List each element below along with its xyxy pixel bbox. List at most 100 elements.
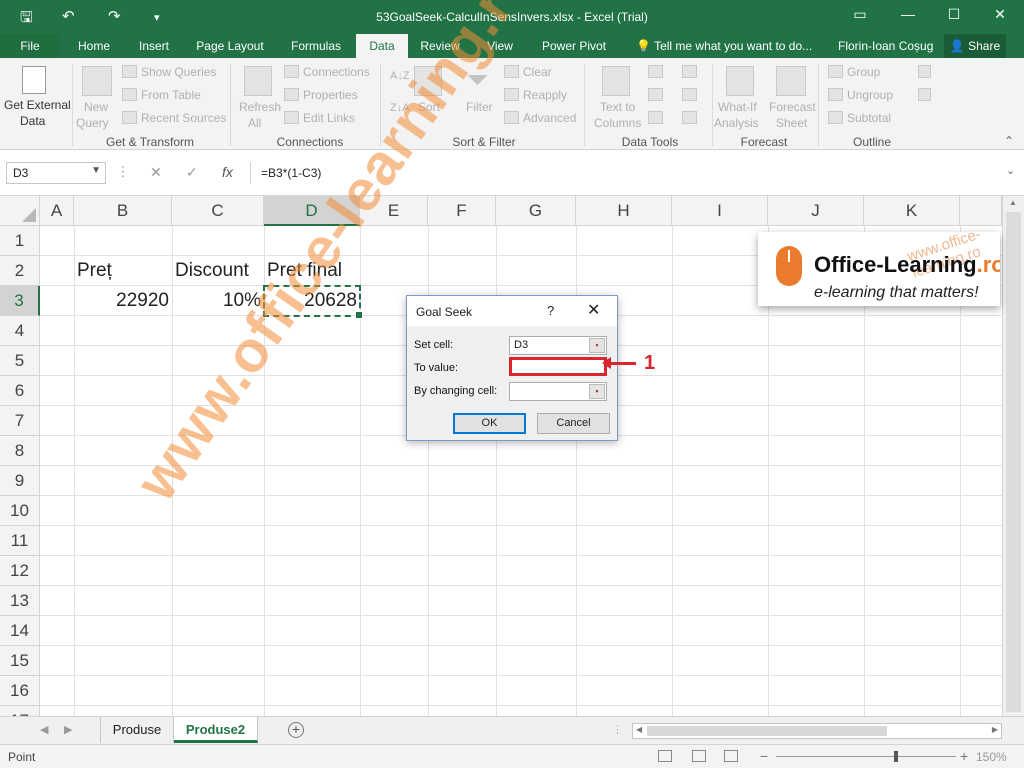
zoom-slider-knob[interactable] <box>894 751 898 762</box>
scroll-right-icon[interactable]: ▶ <box>992 725 998 734</box>
tab-page-layout[interactable]: Page Layout <box>188 34 272 58</box>
row-header-13[interactable]: 13 <box>0 586 40 616</box>
tell-me-search[interactable]: 💡 Tell me what you want to do... <box>636 34 812 58</box>
prev-sheet-icon[interactable]: ◀ <box>40 723 48 736</box>
remove-duplicates-icon[interactable] <box>648 88 663 101</box>
consolidate-icon[interactable] <box>682 65 697 78</box>
tab-home[interactable]: Home <box>68 34 120 58</box>
help-icon[interactable]: ? <box>547 303 554 318</box>
get-external-data-button[interactable]: Get External <box>4 98 71 112</box>
select-all-corner[interactable] <box>0 196 40 226</box>
hide-detail-icon[interactable] <box>918 88 931 101</box>
insert-function-icon[interactable]: fx <box>222 164 233 180</box>
horizontal-scrollbar[interactable]: ◀ ▶ <box>632 723 1002 739</box>
range-picker-icon[interactable]: ▪ <box>589 338 605 353</box>
cancel-button[interactable]: Cancel <box>537 413 610 434</box>
row-header-15[interactable]: 15 <box>0 646 40 676</box>
column-header-f[interactable]: F <box>428 196 496 226</box>
row-header-2[interactable]: 2 <box>0 256 40 286</box>
row-header-8[interactable]: 8 <box>0 436 40 466</box>
text-to-columns-button[interactable]: Text to <box>600 100 635 114</box>
connections-button[interactable]: Connections <box>303 65 370 79</box>
minimize-button[interactable]: — <box>893 6 923 22</box>
row-header-9[interactable]: 9 <box>0 466 40 496</box>
row-header-3[interactable]: 3 <box>0 286 40 316</box>
forecast-sheet-button[interactable]: Forecast <box>769 100 816 114</box>
row-header-1[interactable]: 1 <box>0 226 40 256</box>
name-box[interactable]: D3 ▼ <box>6 162 106 184</box>
ok-button[interactable]: OK <box>453 413 526 434</box>
new-query-button[interactable]: New <box>84 100 108 114</box>
column-header-a[interactable]: A <box>40 196 74 226</box>
row-header-17[interactable]: 17 <box>0 706 40 716</box>
cell-b2[interactable]: Preț <box>77 256 112 286</box>
relationships-icon[interactable] <box>682 88 697 101</box>
column-header-l[interactable] <box>960 196 1002 226</box>
row-header-6[interactable]: 6 <box>0 376 40 406</box>
tab-file[interactable]: File <box>0 34 60 58</box>
vertical-scrollbar[interactable]: ▲ <box>1002 196 1024 716</box>
tab-data[interactable]: Data <box>356 34 408 58</box>
vertical-scroll-thumb[interactable] <box>1006 212 1021 712</box>
show-detail-icon[interactable] <box>918 65 931 78</box>
column-header-g[interactable]: G <box>496 196 576 226</box>
zoom-slider[interactable] <box>776 751 956 762</box>
advanced-button[interactable]: Advanced <box>523 111 576 125</box>
zoom-out-icon[interactable]: − <box>760 748 768 764</box>
row-header-16[interactable]: 16 <box>0 676 40 706</box>
column-header-k[interactable]: K <box>864 196 960 226</box>
user-name[interactable]: Florin-Ioan Coșug <box>838 34 933 58</box>
set-cell-input[interactable]: D3 ▪ <box>509 336 607 355</box>
row-header-11[interactable]: 11 <box>0 526 40 556</box>
reapply-button[interactable]: Reapply <box>523 88 567 102</box>
row-header-10[interactable]: 10 <box>0 496 40 526</box>
subtotal-button[interactable]: Subtotal <box>847 111 891 125</box>
close-icon[interactable]: ✕ <box>587 300 600 320</box>
normal-view-icon[interactable] <box>658 750 672 762</box>
collapse-ribbon-icon[interactable]: ⌃ <box>1004 134 1014 148</box>
add-sheet-icon[interactable]: + <box>288 722 304 738</box>
sheet-tab-produse[interactable]: Produse <box>100 717 174 743</box>
chevron-down-icon[interactable]: ▼ <box>91 165 101 176</box>
zoom-in-icon[interactable]: + <box>960 748 968 764</box>
row-header-4[interactable]: 4 <box>0 316 40 346</box>
clear-button[interactable]: Clear <box>523 65 552 79</box>
what-if-analysis-button[interactable]: What-If <box>718 100 757 114</box>
sheet-tab-produse2[interactable]: Produse2 <box>174 717 258 743</box>
row-header-14[interactable]: 14 <box>0 616 40 646</box>
ribbon-display-icon[interactable]: ▭ <box>845 6 875 23</box>
share-button[interactable]: 👤 Share <box>944 34 1006 58</box>
properties-button[interactable]: Properties <box>303 88 358 102</box>
row-header-12[interactable]: 12 <box>0 556 40 586</box>
edit-links-button[interactable]: Edit Links <box>303 111 355 125</box>
filter-button[interactable]: Filter <box>466 100 493 114</box>
by-changing-cell-input[interactable]: ▪ <box>509 382 607 401</box>
tab-insert[interactable]: Insert <box>128 34 180 58</box>
expand-formula-bar-icon[interactable]: ⌄ <box>1006 164 1015 177</box>
scroll-left-icon[interactable]: ◀ <box>636 725 642 734</box>
column-header-i[interactable]: I <box>672 196 768 226</box>
scroll-up-icon[interactable]: ▲ <box>1009 198 1017 207</box>
horizontal-scroll-thumb[interactable] <box>647 726 887 736</box>
confirm-entry-icon[interactable]: ✓ <box>186 164 198 181</box>
recent-sources-button[interactable]: Recent Sources <box>141 111 226 125</box>
ungroup-button[interactable]: Ungroup <box>847 88 893 102</box>
maximize-button[interactable]: ☐ <box>939 6 969 23</box>
group-button[interactable]: Group <box>847 65 880 79</box>
cancel-entry-icon[interactable]: ✕ <box>150 164 162 181</box>
column-header-b[interactable]: B <box>74 196 172 226</box>
cell-b3[interactable]: 22920 <box>74 286 169 316</box>
next-sheet-icon[interactable]: ▶ <box>64 723 72 736</box>
range-picker-icon[interactable]: ▪ <box>589 384 605 399</box>
tab-power-pivot[interactable]: Power Pivot <box>532 34 616 58</box>
manage-data-model-icon[interactable] <box>682 111 697 124</box>
page-layout-view-icon[interactable] <box>692 750 706 762</box>
refresh-all-button[interactable]: Refresh <box>239 100 281 114</box>
from-table-button[interactable]: From Table <box>141 88 201 102</box>
row-header-7[interactable]: 7 <box>0 406 40 436</box>
column-header-c[interactable]: C <box>172 196 264 226</box>
flash-fill-icon[interactable] <box>648 65 663 78</box>
cell-c2[interactable]: Discount <box>175 256 249 286</box>
data-validation-icon[interactable] <box>648 111 663 124</box>
tab-formulas[interactable]: Formulas <box>280 34 352 58</box>
